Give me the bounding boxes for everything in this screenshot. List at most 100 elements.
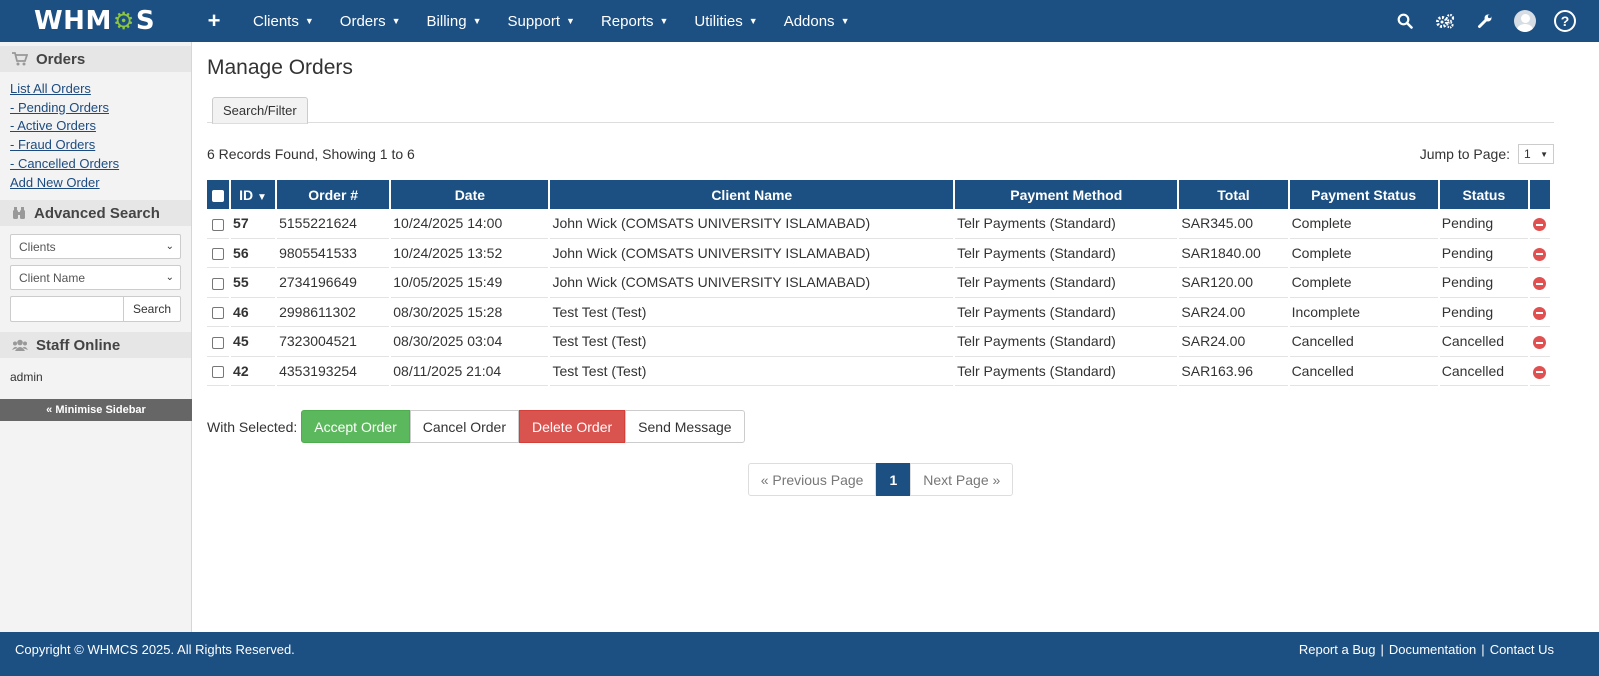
sidebar-search-button[interactable]: Search xyxy=(123,296,181,323)
row-checkbox[interactable] xyxy=(212,248,225,261)
nav-addons[interactable]: Addons ▼ xyxy=(771,0,863,42)
column-header-id[interactable]: ID ▼ xyxy=(231,180,276,209)
cancel-order-button[interactable]: Cancel Order xyxy=(409,410,520,443)
order-total: SAR1840.00 xyxy=(1179,239,1288,268)
row-select-cell xyxy=(207,357,230,386)
row-select-cell xyxy=(207,209,230,239)
delete-row-cell xyxy=(1529,298,1550,327)
delete-icon[interactable] xyxy=(1533,218,1547,232)
user-avatar-icon[interactable] xyxy=(1505,0,1545,42)
nav-orders[interactable]: Orders ▼ xyxy=(327,0,414,42)
client-name-link[interactable]: John Wick (COMSATS UNIVERSITY ISLAMABAD) xyxy=(550,209,954,239)
select-all-checkbox[interactable] xyxy=(212,189,225,202)
order-id-link[interactable]: 42 xyxy=(231,357,276,386)
documentation-link[interactable]: Documentation xyxy=(1389,642,1476,657)
row-select-cell xyxy=(207,268,230,298)
previous-page-button[interactable]: « Previous Page xyxy=(747,463,877,496)
order-total: SAR345.00 xyxy=(1179,209,1288,239)
delete-icon[interactable] xyxy=(1533,277,1547,291)
row-select-cell xyxy=(207,298,230,327)
search-field-select[interactable]: Client Name ⌄ xyxy=(10,265,181,291)
send-message-button[interactable]: Send Message xyxy=(625,410,745,443)
row-checkbox[interactable] xyxy=(212,277,225,290)
column-header-client-name[interactable]: Client Name xyxy=(550,180,954,209)
nav-utilities[interactable]: Utilities ▼ xyxy=(681,0,770,42)
client-name-link[interactable]: Test Test (Test) xyxy=(550,298,954,327)
minimise-sidebar-button[interactable]: « Minimise Sidebar xyxy=(0,399,192,421)
page-1-button[interactable]: 1 xyxy=(876,463,911,496)
row-checkbox[interactable] xyxy=(212,218,225,231)
order-number: 5155221624 xyxy=(277,209,390,239)
payment-status: Complete xyxy=(1289,268,1438,298)
delete-order-button[interactable]: Delete Order xyxy=(519,410,626,443)
nav-clients[interactable]: Clients ▼ xyxy=(240,0,327,42)
nav-billing[interactable]: Billing ▼ xyxy=(414,0,495,42)
sidebar: Orders List All Orders - Pending Orders … xyxy=(0,42,192,632)
delete-row-cell xyxy=(1529,239,1550,268)
client-name-link[interactable]: John Wick (COMSATS UNIVERSITY ISLAMABAD) xyxy=(550,239,954,268)
sidebar-link-add-new-order[interactable]: Add New Order xyxy=(10,174,181,193)
column-header-payment-method[interactable]: Payment Method xyxy=(955,180,1178,209)
contact-us-link[interactable]: Contact Us xyxy=(1490,642,1554,657)
payment-status: Cancelled xyxy=(1289,357,1438,386)
row-checkbox[interactable] xyxy=(212,336,225,349)
delete-row-cell xyxy=(1529,357,1550,386)
order-id-link[interactable]: 57 xyxy=(231,209,276,239)
delete-icon[interactable] xyxy=(1533,306,1547,320)
order-id-link[interactable]: 56 xyxy=(231,239,276,268)
records-count: 6 Records Found, Showing 1 to 6 xyxy=(207,146,415,162)
sidebar-search-input[interactable] xyxy=(10,296,123,323)
client-name-link[interactable]: Test Test (Test) xyxy=(550,357,954,386)
search-icon[interactable] xyxy=(1385,0,1425,42)
nav-reports[interactable]: Reports ▼ xyxy=(588,0,681,42)
delete-icon[interactable] xyxy=(1533,247,1547,261)
records-bar: 6 Records Found, Showing 1 to 6 Jump to … xyxy=(207,144,1554,164)
sidebar-link-list-all-orders[interactable]: List All Orders xyxy=(10,80,181,99)
cogs-icon[interactable] xyxy=(1425,0,1465,42)
accept-order-button[interactable]: Accept Order xyxy=(301,410,410,443)
next-page-button[interactable]: Next Page » xyxy=(910,463,1014,496)
row-checkbox[interactable] xyxy=(212,307,225,320)
wrench-icon[interactable] xyxy=(1465,0,1505,42)
row-checkbox[interactable] xyxy=(212,366,225,379)
tab-search-filter[interactable]: Search/Filter xyxy=(212,97,308,124)
sidebar-link-fraud-orders[interactable]: - Fraud Orders xyxy=(10,136,181,155)
sidebar-link-cancelled-orders[interactable]: - Cancelled Orders xyxy=(10,155,181,174)
help-icon[interactable]: ? xyxy=(1545,0,1585,42)
nav-support[interactable]: Support ▼ xyxy=(495,0,588,42)
column-header-order[interactable]: Order # xyxy=(277,180,390,209)
nav-addons-label: Addons xyxy=(783,12,835,30)
order-id-link[interactable]: 55 xyxy=(231,268,276,298)
whmcs-logo[interactable]: WHM ⚙ S xyxy=(0,0,196,42)
search-type-select[interactable]: Clients ⌄ xyxy=(10,234,181,260)
table-row: 56 9805541533 10/24/2025 13:52 John Wick… xyxy=(207,239,1550,268)
caret-down-icon: ▼ xyxy=(748,16,758,26)
client-name-link[interactable]: Test Test (Test) xyxy=(550,327,954,357)
jump-to-page-select[interactable]: 1 ▼ xyxy=(1518,144,1554,164)
column-header-id-label: ID xyxy=(239,186,254,203)
sidebar-orders-heading-label: Orders xyxy=(36,50,86,68)
column-header-total[interactable]: Total xyxy=(1179,180,1288,209)
users-icon xyxy=(12,339,28,352)
order-date: 08/11/2025 21:04 xyxy=(391,357,549,386)
order-number: 7323004521 xyxy=(277,327,390,357)
quick-add-button[interactable]: + xyxy=(196,8,232,34)
column-header-status[interactable]: Status xyxy=(1439,180,1528,209)
delete-icon[interactable] xyxy=(1533,365,1547,379)
order-number: 2734196649 xyxy=(277,268,390,298)
sidebar-link-active-orders[interactable]: - Active Orders xyxy=(10,117,181,136)
column-header-date[interactable]: Date xyxy=(391,180,549,209)
column-header-payment-status[interactable]: Payment Status xyxy=(1289,180,1438,209)
order-status: Pending xyxy=(1439,239,1528,268)
order-id-link[interactable]: 46 xyxy=(231,298,276,327)
client-name-link[interactable]: John Wick (COMSATS UNIVERSITY ISLAMABAD) xyxy=(550,268,954,298)
chevron-down-icon: ⌄ xyxy=(165,272,174,284)
jump-to-page: Jump to Page: 1 ▼ xyxy=(1420,144,1554,164)
delete-icon[interactable] xyxy=(1533,336,1547,350)
row-select-cell xyxy=(207,239,230,268)
order-total: SAR24.00 xyxy=(1179,298,1288,327)
order-id-link[interactable]: 45 xyxy=(231,327,276,357)
sidebar-link-pending-orders[interactable]: - Pending Orders xyxy=(10,99,181,118)
report-bug-link[interactable]: Report a Bug xyxy=(1299,642,1376,657)
payment-method: Telr Payments (Standard) xyxy=(955,298,1178,327)
